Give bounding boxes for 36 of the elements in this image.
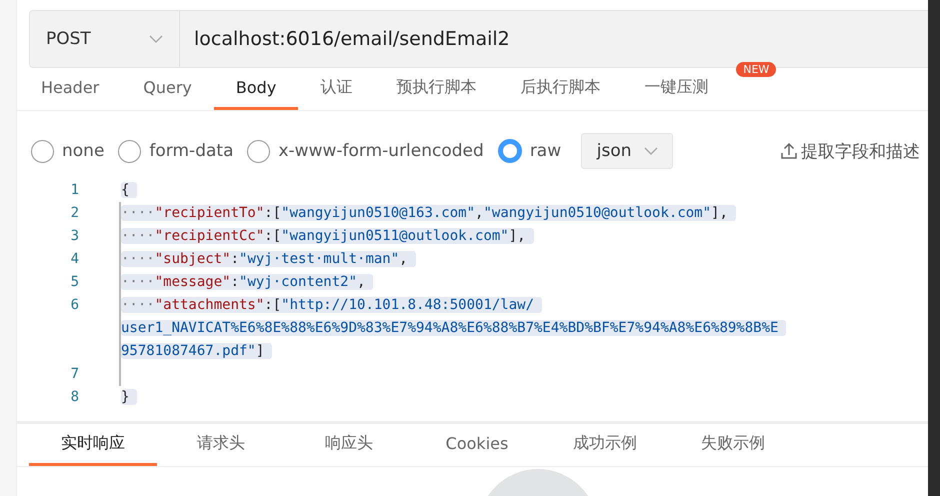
line-number: 7 — [70, 365, 79, 384]
radio-label: raw — [530, 141, 562, 161]
request-tab[interactable]: 预执行脚本 — [374, 68, 498, 110]
body-type-radio[interactable]: raw — [498, 139, 562, 163]
line-number: 5 — [70, 273, 79, 292]
response-tab[interactable]: 实时响应 — [29, 424, 157, 466]
line-number: 1 — [70, 181, 79, 200]
url-field[interactable]: localhost:6016/email/sendEmail2 — [180, 28, 510, 50]
response-tab[interactable]: 成功示例 — [541, 424, 669, 466]
line-number: 8 — [70, 388, 79, 407]
line-number: 6 — [70, 296, 79, 315]
response-tab[interactable]: Cookies — [413, 424, 541, 466]
body-type-radio[interactable]: x-www-form-urlencoded — [247, 140, 484, 162]
response-tab[interactable]: 失败示例 — [669, 424, 797, 466]
radio-label: none — [62, 141, 104, 161]
line-number: 4 — [70, 250, 79, 269]
body-type-radio[interactable]: form-data — [118, 140, 234, 162]
line-number: 2 — [70, 204, 79, 223]
response-tab[interactable]: 请求头 — [157, 424, 285, 466]
request-tab[interactable]: Body — [214, 68, 298, 110]
radio-label: form-data — [149, 141, 234, 161]
new-badge: NEW — [736, 62, 776, 77]
line-number: 3 — [70, 227, 79, 246]
method-select[interactable]: POST — [30, 11, 180, 67]
chevron-down-icon — [149, 35, 163, 43]
extract-button[interactable]: 提取字段和描述 — [780, 140, 920, 162]
request-tab[interactable]: 后执行脚本 — [498, 68, 622, 110]
radio-label: x-www-form-urlencoded — [278, 141, 484, 161]
upload-icon — [780, 142, 798, 160]
request-tab[interactable]: Query — [121, 68, 214, 110]
request-tab[interactable]: Header — [29, 68, 122, 110]
body-type-radio[interactable]: none — [31, 140, 104, 162]
request-tab[interactable]: 认证 — [298, 68, 374, 110]
chevron-down-icon — [644, 147, 658, 155]
format-select[interactable]: json — [581, 133, 674, 169]
response-tab[interactable]: 响应头 — [285, 424, 413, 466]
